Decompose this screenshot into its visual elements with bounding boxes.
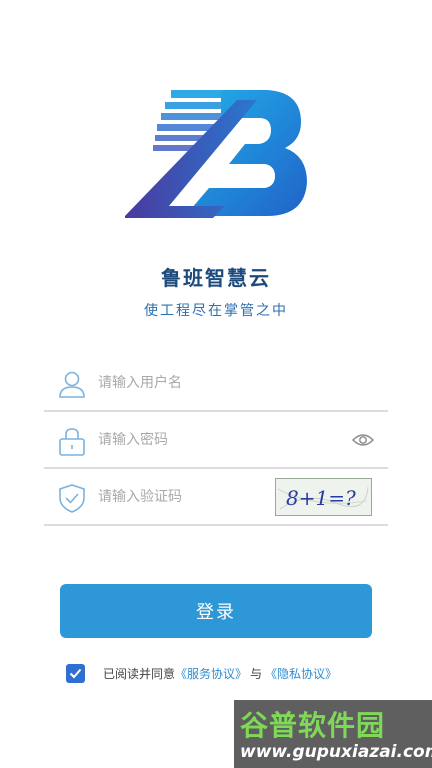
- agreement-prefix: 已阅读并同意: [103, 666, 176, 681]
- captcha-drawing: 8+1=?: [277, 486, 369, 510]
- app-slogan: 使工程尽在掌管之中: [144, 303, 288, 319]
- captcha-text: 8+1=?: [286, 486, 356, 510]
- watermark: 谷普软件园 www.gupuxiazai.com: [234, 700, 432, 768]
- username-input[interactable]: [98, 368, 318, 398]
- checkmark-icon: [69, 668, 82, 678]
- captcha-image[interactable]: 8+1=?: [275, 478, 372, 516]
- user-icon: [59, 371, 85, 398]
- password-field: [44, 413, 388, 469]
- password-input[interactable]: [98, 425, 318, 455]
- login-screen: 鲁班智慧云 使工程尽在掌管之中 请输入用户名 请输入验证码 8+1=? 登录 已…: [0, 0, 432, 768]
- watermark-url: www.gupuxiazai.com: [240, 742, 432, 762]
- watermark-title: 谷普软件园: [240, 709, 386, 742]
- app-logo: [125, 90, 307, 218]
- agreement-row: 已阅读并同意 《服务协议》 与 《隐私协议》: [66, 661, 337, 685]
- shield-check-icon: [59, 484, 85, 513]
- captcha-field: 8+1=?: [44, 470, 388, 526]
- app-name: 鲁班智慧云: [161, 266, 271, 290]
- privacy-agreement-link[interactable]: 《隐私协议》: [265, 665, 337, 682]
- username-field: [44, 356, 388, 412]
- agreement-connector: 与: [250, 666, 263, 681]
- agreement-checkbox[interactable]: [66, 663, 85, 683]
- login-button[interactable]: 登录: [60, 584, 372, 638]
- lock-icon: [59, 428, 85, 456]
- service-agreement-link[interactable]: 《服务协议》: [175, 665, 247, 682]
- eye-icon[interactable]: [352, 430, 374, 450]
